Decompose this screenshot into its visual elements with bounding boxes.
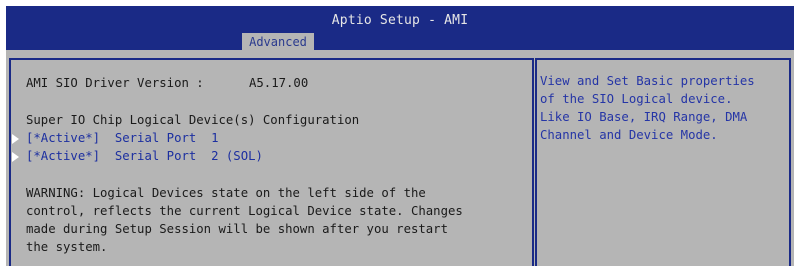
bios-window: Aptio Setup - AMI Advanced AMI SIO Drive… [6,6,794,266]
warning-line-2: control, reflects the current Logical De… [26,204,463,218]
help-line-3: Like IO Base, IRQ Range, DMA [540,110,748,124]
help-panel: View and Set Basic properties of the SIO… [535,58,791,266]
submenu-arrow-icon [12,152,19,162]
driver-version-value: A5.17.00 [249,76,309,90]
section-title: Super IO Chip Logical Device(s) Configur… [26,113,360,127]
submenu-arrow-icon [12,134,19,144]
warning-line-1: WARNING: Logical Devices state on the le… [26,186,426,200]
help-line-4: Channel and Device Mode. [540,128,718,142]
help-line-1: View and Set Basic properties [540,74,755,88]
warning-line-4: the system. [26,240,108,254]
driver-version-label: AMI SIO Driver Version : [26,76,204,90]
settings-panel: AMI SIO Driver Version : A5.17.00 Super … [9,58,534,266]
device-item-label: [*Active*] Serial Port 1 [26,131,219,145]
app-title: Aptio Setup - AMI [331,13,469,28]
device-item-label: [*Active*] Serial Port 2 (SOL) [26,149,263,163]
title-bar: Aptio Setup - AMI Advanced [6,6,794,50]
tab-advanced[interactable]: Advanced [242,33,314,50]
warning-line-3: made during Setup Session will be shown … [26,222,448,236]
help-line-2: of the SIO Logical device. [540,92,733,106]
